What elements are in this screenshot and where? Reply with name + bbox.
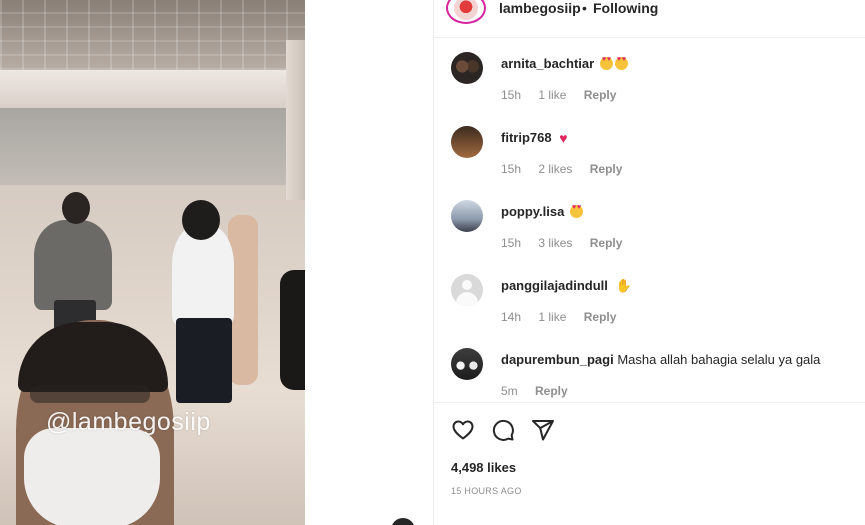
walking-person-center: [172, 225, 234, 325]
comment-item: arnita_bachtiar 15h 1 like Reply: [434, 52, 865, 126]
comment-item: panggilajadindull ✋ 14h 1 like Reply: [434, 274, 865, 348]
comment-time: 15h: [501, 162, 522, 176]
heart-outline-icon[interactable]: [450, 417, 476, 443]
instagram-post-view: @lambegosiip lambegosiip • Following arn…: [0, 0, 865, 525]
comment-time: 15h: [501, 88, 522, 102]
airport-scene: [0, 0, 305, 525]
commenter-avatar[interactable]: [451, 200, 483, 232]
raising-hands-emoji-icon: ✋: [615, 278, 632, 293]
post-timestamp: 15 HOURS AGO: [451, 486, 522, 496]
account-avatar[interactable]: [446, 0, 486, 24]
heart-eyes-emoji-icon: [599, 56, 613, 70]
comment-text: Masha allah bahagia selalu ya gala: [617, 352, 821, 367]
comment-time: 15h: [501, 236, 522, 250]
post-video[interactable]: @lambegosiip: [0, 0, 305, 525]
reply-button[interactable]: Reply: [590, 236, 623, 250]
red-heart-emoji-icon: ♥: [559, 130, 568, 146]
comment-username[interactable]: dapurembun_pagi: [501, 352, 614, 367]
post-side-panel: lambegosiip • Following arnita_bachtiar …: [434, 0, 865, 525]
post-header: lambegosiip • Following: [434, 0, 865, 38]
video-watermark: @lambegosiip: [46, 408, 211, 436]
account-username[interactable]: lambegosiip: [499, 0, 581, 16]
following-button[interactable]: Following: [593, 0, 658, 16]
reply-button[interactable]: Reply: [584, 88, 617, 102]
comments-list[interactable]: arnita_bachtiar 15h 1 like Reply fitrip7…: [434, 38, 865, 402]
comment-item: fitrip768 ♥ 15h 2 likes Reply: [434, 126, 865, 200]
comment-time: 14h: [501, 310, 522, 324]
comment-likes[interactable]: 1 like: [538, 310, 566, 324]
default-avatar-icon[interactable]: [451, 274, 483, 306]
likes-count[interactable]: 4,498 likes: [451, 460, 516, 475]
paper-plane-icon[interactable]: [530, 417, 556, 443]
walking-person-left: [34, 220, 112, 310]
commenter-avatar[interactable]: [451, 52, 483, 84]
comment-likes[interactable]: 2 likes: [538, 162, 572, 176]
comment-username[interactable]: arnita_bachtiar: [501, 56, 594, 71]
comment-likes[interactable]: 1 like: [538, 88, 566, 102]
commenter-avatar[interactable]: [451, 126, 483, 158]
comment-item: poppy.lisa 15h 3 likes Reply: [434, 200, 865, 274]
post-actions: 4,498 likes 15 HOURS AGO: [434, 402, 865, 525]
reply-button[interactable]: Reply: [584, 310, 617, 324]
comment-username[interactable]: poppy.lisa: [501, 204, 564, 219]
comment-likes[interactable]: 3 likes: [538, 236, 572, 250]
header-separator: •: [582, 0, 587, 16]
commenter-avatar[interactable]: [451, 348, 483, 380]
comment-username[interactable]: fitrip768: [501, 130, 552, 145]
comment-username[interactable]: panggilajadindull: [501, 278, 608, 293]
reply-button[interactable]: Reply: [535, 384, 568, 398]
media-gutter: [305, 0, 433, 525]
comment-bubble-icon[interactable]: [490, 417, 516, 443]
comment-time: 5m: [501, 384, 518, 398]
heart-eyes-emoji-icon: [569, 204, 583, 218]
heart-eyes-emoji-icon: [614, 56, 628, 70]
reply-button[interactable]: Reply: [590, 162, 623, 176]
